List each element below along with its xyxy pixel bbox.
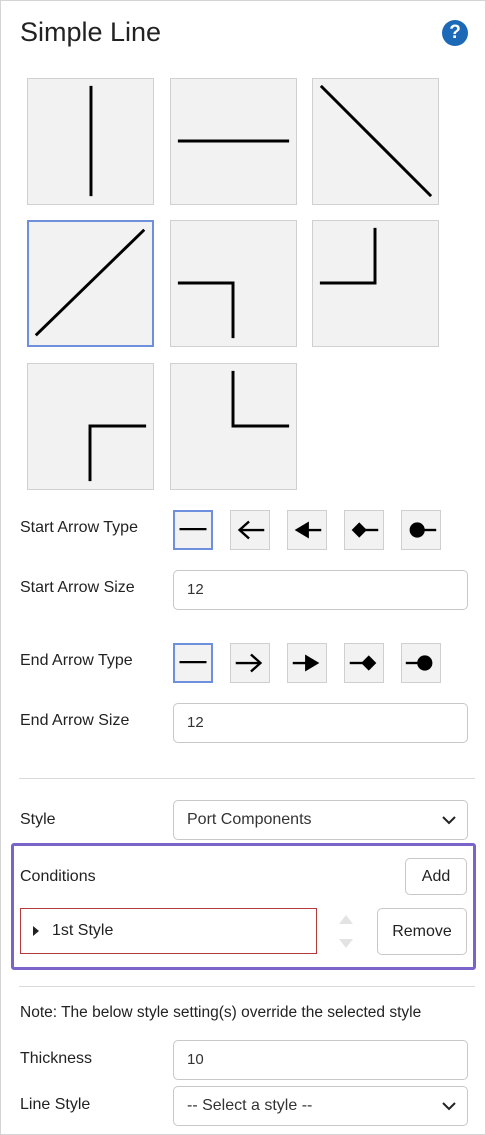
properties-panel: Simple Line ? Start Arrow Type Start Arr… [0, 0, 486, 1135]
end-arrow-type-label: End Arrow Type [20, 652, 133, 669]
start-arrow-open-button[interactable] [230, 510, 270, 550]
shape-vertical-line[interactable] [27, 78, 154, 205]
thickness-label: Thickness [20, 1050, 93, 1067]
start-arrow-type-label: Start Arrow Type [20, 519, 138, 536]
shape-diagonal-down-line[interactable] [312, 78, 439, 205]
end-arrow-open-button[interactable] [230, 643, 270, 683]
condition-item-label: 1st Style [52, 922, 114, 939]
start-arrow-size-label: Start Arrow Size [20, 579, 135, 596]
remove-condition-button[interactable]: Remove [377, 908, 467, 955]
chevron-down-icon [442, 816, 456, 825]
shape-diagonal-up-line[interactable] [27, 220, 154, 347]
shape-elbow-down-right[interactable] [170, 363, 297, 490]
start-arrow-none-button[interactable] [173, 510, 213, 550]
shape-elbow-up-left[interactable] [312, 220, 439, 347]
conditions-label: Conditions [20, 868, 96, 885]
end-arrow-diamond-button[interactable] [344, 643, 384, 683]
chevron-down-icon [442, 1102, 456, 1111]
start-arrow-diamond-button[interactable] [344, 510, 384, 550]
override-note: Note: The below style setting(s) overrid… [20, 1004, 422, 1021]
end-arrow-none-button[interactable] [173, 643, 213, 683]
move-up-icon[interactable] [337, 914, 355, 926]
move-down-icon[interactable] [337, 937, 355, 949]
style-select-value: Port Components [187, 811, 312, 828]
shape-horizontal-line[interactable] [170, 78, 297, 205]
style-label: Style [20, 811, 56, 828]
start-arrow-filled-button[interactable] [287, 510, 327, 550]
shape-elbow-up-right[interactable] [27, 363, 154, 490]
help-icon[interactable]: ? [442, 20, 468, 46]
section-divider [19, 778, 475, 779]
end-arrow-size-label: End Arrow Size [20, 712, 130, 729]
style-select[interactable]: Port Components [173, 800, 468, 840]
end-arrow-filled-button[interactable] [287, 643, 327, 683]
line-style-select[interactable]: -- Select a style -- [173, 1086, 468, 1126]
expand-caret-icon[interactable] [33, 926, 39, 936]
thickness-input[interactable]: 10 [173, 1040, 468, 1080]
panel-title: Simple Line [20, 17, 162, 47]
section-divider [19, 986, 475, 987]
add-condition-button[interactable]: Add [405, 858, 467, 895]
start-arrow-size-input[interactable]: 12 [173, 570, 468, 610]
end-arrow-circle-button[interactable] [401, 643, 441, 683]
shape-elbow-right-down[interactable] [170, 220, 297, 347]
end-arrow-size-input[interactable]: 12 [173, 703, 468, 743]
start-arrow-circle-button[interactable] [401, 510, 441, 550]
line-style-label: Line Style [20, 1096, 91, 1113]
line-style-select-value: -- Select a style -- [187, 1097, 313, 1114]
condition-list-item[interactable]: 1st Style [20, 908, 317, 954]
